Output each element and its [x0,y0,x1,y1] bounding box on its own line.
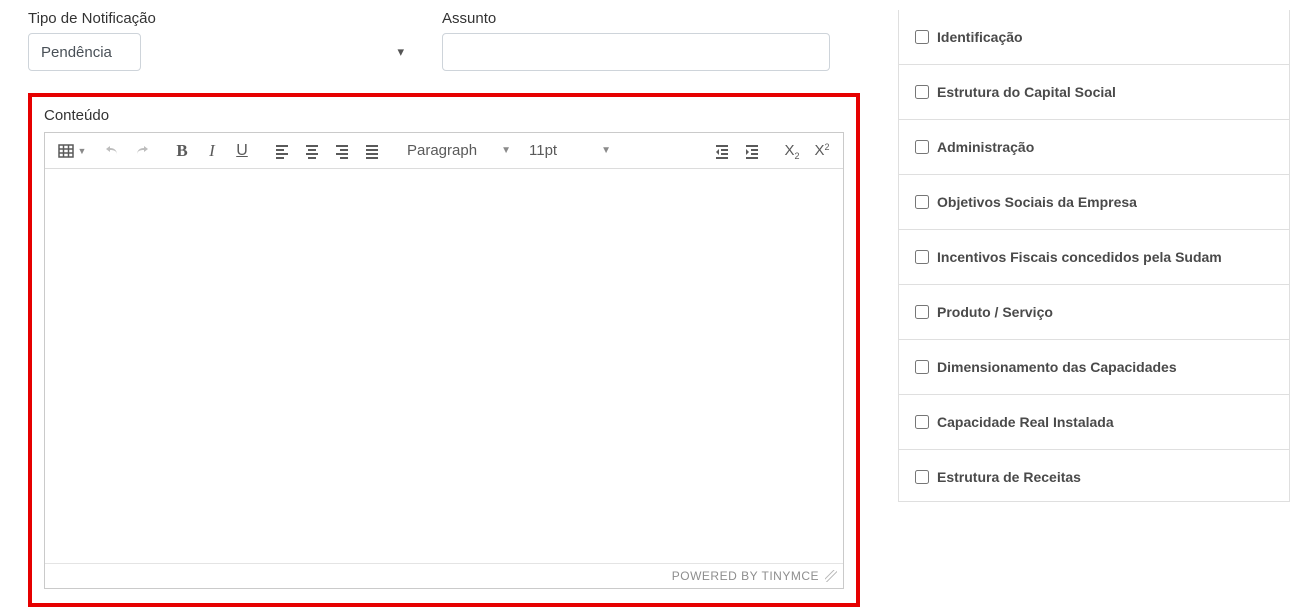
subscript-icon[interactable]: X2 [777,137,807,165]
list-item[interactable]: Incentivos Fiscais concedidos pela Sudam [899,230,1289,285]
format-select[interactable]: Paragraph ▼ [397,137,519,165]
indent-icon[interactable] [737,137,767,165]
align-justify-icon[interactable] [357,137,387,165]
outdent-icon[interactable] [707,137,737,165]
list-item-label: Dimensionamento das Capacidades [937,359,1177,375]
list-item-label: Estrutura do Capital Social [937,84,1116,100]
checkbox[interactable] [915,305,929,319]
bold-icon[interactable]: B [167,137,197,165]
checkbox[interactable] [915,85,929,99]
editor-body[interactable] [45,169,843,564]
checkbox[interactable] [915,470,929,484]
redo-icon[interactable] [127,137,157,165]
list-item-label: Objetivos Sociais da Empresa [937,194,1137,210]
resize-grip-icon[interactable] [825,570,837,582]
list-item-label: Produto / Serviço [937,304,1053,320]
italic-icon[interactable]: I [197,137,227,165]
list-item[interactable]: Dimensionamento das Capacidades [899,340,1289,395]
tipo-select-wrap: Pendência ▾ [28,33,414,71]
list-item-label: Identificação [937,29,1023,45]
fontsize-select[interactable]: 11pt ▼ [519,137,619,165]
assunto-group: Assunto [442,10,830,71]
tipo-select[interactable]: Pendência [28,33,141,71]
list-item[interactable]: Produto / Serviço [899,285,1289,340]
undo-icon[interactable] [97,137,127,165]
editor-toolbar: ▼ B I U [45,133,843,169]
tipo-label: Tipo de Notificação [28,10,414,27]
format-select-label: Paragraph [407,142,477,159]
chevron-down-icon: ▾ [397,44,404,60]
checkbox[interactable] [915,415,929,429]
checkbox[interactable] [915,140,929,154]
editor-powered-by: POWERED BY TINYMCE [672,569,819,583]
list-item[interactable]: Objetivos Sociais da Empresa [899,175,1289,230]
content-label: Conteúdo [44,107,844,124]
chevron-down-icon: ▼ [501,145,511,156]
checkbox[interactable] [915,250,929,264]
list-item[interactable]: Estrutura do Capital Social [899,65,1289,120]
list-item-label: Incentivos Fiscais concedidos pela Sudam [937,249,1222,265]
checkbox[interactable] [915,360,929,374]
underline-icon[interactable]: U [227,137,257,165]
form-row: Tipo de Notificação Pendência ▾ Assunto [28,10,860,71]
list-item[interactable]: Identificação [899,10,1289,65]
checklist-scroll[interactable]: Identificação Estrutura do Capital Socia… [899,10,1289,501]
list-item[interactable]: Capacidade Real Instalada [899,395,1289,450]
superscript-icon[interactable]: X2 [807,137,837,165]
chevron-down-icon: ▼ [601,145,611,156]
editor-footer: POWERED BY TINYMCE [45,564,843,588]
assunto-label: Assunto [442,10,830,27]
rich-text-editor: ▼ B I U [44,132,844,589]
align-left-icon[interactable] [267,137,297,165]
content-highlight: Conteúdo ▼ B I [28,93,860,607]
checkbox[interactable] [915,30,929,44]
assunto-input[interactable] [442,33,830,71]
checkbox[interactable] [915,195,929,209]
chevron-down-icon[interactable]: ▼ [77,146,87,156]
align-center-icon[interactable] [297,137,327,165]
checklist-panel: Identificação Estrutura do Capital Socia… [898,10,1290,502]
tipo-group: Tipo de Notificação Pendência ▾ [28,10,414,71]
list-item-label: Capacidade Real Instalada [937,414,1114,430]
list-item[interactable]: Estrutura de Receitas [899,450,1289,501]
list-item-label: Administração [937,139,1034,155]
list-item[interactable]: Administração [899,120,1289,175]
list-item-label: Estrutura de Receitas [937,469,1081,485]
align-right-icon[interactable] [327,137,357,165]
fontsize-select-label: 11pt [529,142,557,159]
